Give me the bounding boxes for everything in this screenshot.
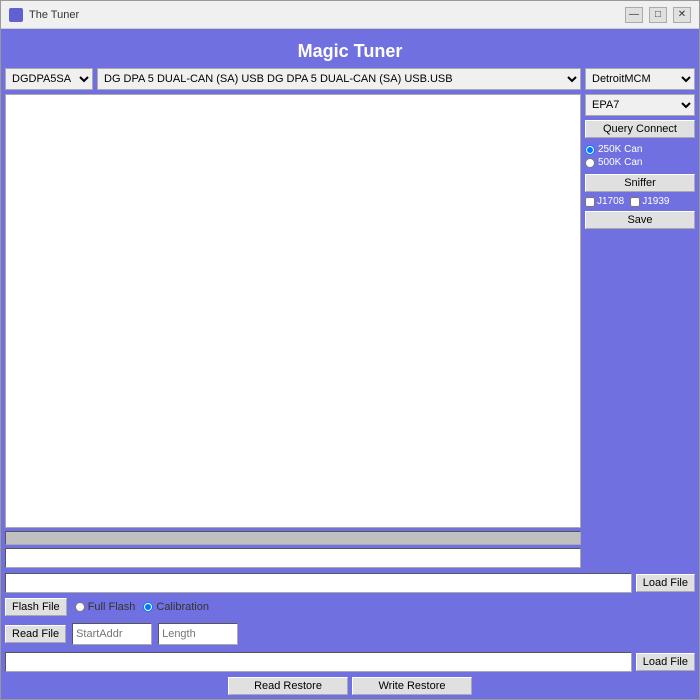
j1939-text: J1939 — [642, 196, 669, 207]
read-row: Read File — [5, 621, 695, 647]
calibration-radio[interactable] — [143, 602, 153, 612]
maximize-button[interactable]: □ — [649, 7, 667, 23]
connection-dropdown[interactable]: DG DPA 5 DUAL-CAN (SA) USB DG DPA 5 DUAL… — [97, 68, 581, 90]
full-flash-text: Full Flash — [88, 601, 136, 613]
j1708-text: J1708 — [597, 196, 624, 207]
read-file-button[interactable]: Read File — [5, 625, 66, 643]
main-display — [5, 94, 581, 528]
flash-file-button[interactable]: Flash File — [5, 598, 67, 616]
progress-bar — [5, 531, 581, 545]
restore-file-input[interactable] — [5, 652, 632, 672]
file-path-input[interactable] — [5, 573, 632, 593]
can-250-radio[interactable] — [585, 145, 595, 155]
query-connect-button[interactable]: Query Connect — [585, 120, 695, 138]
write-restore-button[interactable]: Write Restore — [352, 677, 472, 695]
save-button[interactable]: Save — [585, 211, 695, 229]
start-addr-input[interactable] — [72, 623, 152, 645]
can-500-radio[interactable] — [585, 158, 595, 168]
length-input[interactable] — [158, 623, 238, 645]
title-bar: The Tuner — □ ✕ — [1, 1, 699, 29]
window-title: The Tuner — [29, 9, 625, 21]
load-file-top-button[interactable]: Load File — [636, 574, 695, 592]
top-controls: DGDPA5SA DG DPA 5 DUAL-CAN (SA) USB DG D… — [5, 68, 695, 90]
calibration-label[interactable]: Calibration — [143, 601, 209, 613]
device-dropdown[interactable]: DGDPA5SA — [5, 68, 93, 90]
load-file-bottom-button[interactable]: Load File — [636, 653, 695, 671]
input-bar — [5, 548, 581, 568]
left-panel — [5, 94, 581, 568]
full-flash-radio[interactable] — [75, 602, 85, 612]
can-500-text: 500K Can — [598, 157, 642, 168]
can-250-label[interactable]: 250K Can — [585, 144, 695, 155]
j1939-checkbox[interactable] — [630, 197, 640, 207]
close-button[interactable]: ✕ — [673, 7, 691, 23]
epa-dropdown[interactable]: EPA7 — [585, 94, 695, 116]
main-window: The Tuner — □ ✕ Magic Tuner DGDPA5SA DG … — [0, 0, 700, 700]
j1939-label[interactable]: J1939 — [630, 196, 669, 207]
main-area: EPA7 Query Connect 250K Can 500K Can Sni… — [5, 94, 695, 568]
app-title: Magic Tuner — [5, 33, 695, 68]
can-500-label[interactable]: 500K Can — [585, 157, 695, 168]
calibration-text: Calibration — [156, 601, 209, 613]
flash-row: Flash File Full Flash Calibration — [5, 596, 695, 618]
bottom-section: Load File Flash File Full Flash Calibrat… — [5, 571, 695, 695]
window-body: Magic Tuner DGDPA5SA DG DPA 5 DUAL-CAN (… — [1, 29, 699, 699]
can-250-text: 250K Can — [598, 144, 642, 155]
ecu-dropdown[interactable]: DetroitMCM — [585, 68, 695, 90]
full-flash-label[interactable]: Full Flash — [75, 601, 136, 613]
j1708-label[interactable]: J1708 — [585, 196, 624, 207]
j1708-checkbox[interactable] — [585, 197, 595, 207]
window-controls: — □ ✕ — [625, 7, 691, 23]
checkbox-row: J1708 J1939 — [585, 196, 695, 207]
app-icon — [9, 8, 23, 22]
can-radio-group: 250K Can 500K Can — [585, 142, 695, 170]
read-restore-button[interactable]: Read Restore — [228, 677, 348, 695]
right-panel: EPA7 Query Connect 250K Can 500K Can Sni… — [585, 94, 695, 568]
sniffer-button[interactable]: Sniffer — [585, 174, 695, 192]
minimize-button[interactable]: — — [625, 7, 643, 23]
